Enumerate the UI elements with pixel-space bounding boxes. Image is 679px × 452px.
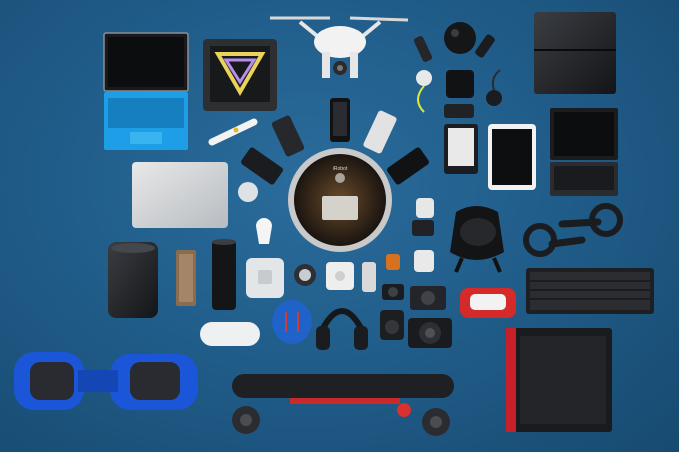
electric-skateboard-icon <box>232 374 454 436</box>
apple-tv-icon <box>444 70 474 118</box>
gaming-pc-icon <box>506 328 612 432</box>
speaker-icon <box>176 250 196 306</box>
keyboard-tablet-icon <box>550 108 618 196</box>
vr-viewer-icon <box>460 288 516 318</box>
vr-headset-icon <box>450 206 504 273</box>
streaming-stick-icon <box>475 34 495 58</box>
round-speaker-icon <box>272 300 312 344</box>
ereader-icon <box>444 124 478 174</box>
smart-home-hub-icon <box>246 258 284 298</box>
smart-lock-icon <box>326 262 354 290</box>
headphones-icon <box>316 308 368 350</box>
smart-thermostat-icon <box>294 264 316 286</box>
photo-canvas: iRobot <box>14 12 654 436</box>
tablet-icon <box>488 124 536 190</box>
action-camera-icon <box>382 284 404 300</box>
vr-sensor-icon <box>444 22 476 54</box>
macbook-icon <box>132 162 228 228</box>
pixel-display-icon <box>203 39 277 111</box>
smart-speaker-icon <box>212 239 236 310</box>
hoverboard-icon <box>14 352 198 410</box>
compact-camera-icon <box>410 286 446 310</box>
bluetooth-speaker-icon <box>200 322 260 346</box>
mechanical-keyboard-icon <box>526 268 654 314</box>
surface-laptop-icon <box>103 32 189 150</box>
roomba-brand-label: iRobot <box>333 166 348 172</box>
game-console-icon <box>534 12 616 94</box>
gadget-flatlay-photo: iRobot <box>0 0 679 452</box>
usb-stick-icon <box>413 36 433 62</box>
mirrorless-camera-icon <box>380 310 404 340</box>
mac-pro-icon <box>108 242 158 318</box>
camera-icon <box>408 318 452 348</box>
drone-icon <box>270 16 409 78</box>
vr-controller-icon <box>523 203 623 257</box>
smart-bulb-icon <box>238 182 272 244</box>
smart-toothbrush-icon <box>208 118 258 146</box>
robot-vacuum-icon: iRobot <box>288 148 392 252</box>
